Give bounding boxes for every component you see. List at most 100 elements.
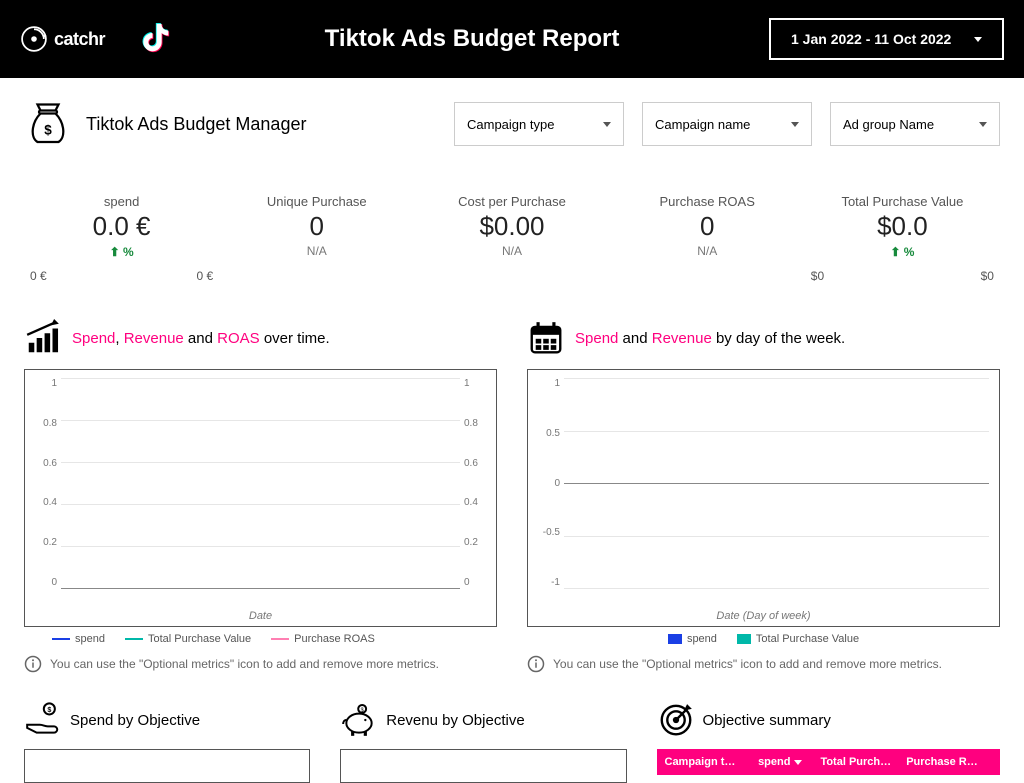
chart-spend-revenue-roas: Spend, Revenue and ROAS over time. 1 0.8… xyxy=(24,319,497,673)
hl: Spend xyxy=(575,330,618,347)
money-bag-icon: $ xyxy=(24,100,72,148)
svg-text:$: $ xyxy=(47,706,51,714)
kpi-label: spend xyxy=(24,194,219,209)
hl: ROAS xyxy=(217,330,260,347)
ytick: 0.2 xyxy=(29,537,57,548)
filters: Campaign type Campaign name Ad group Nam… xyxy=(454,102,1000,146)
ytick: -1 xyxy=(532,577,560,588)
kpi-value: $0.00 xyxy=(414,211,609,242)
kpi-sub: N/A xyxy=(219,244,414,258)
kpi-value: 0.0 € xyxy=(24,211,219,242)
kpi-roas: Purchase ROAS 0 N/A xyxy=(610,194,805,259)
catchr-logo: catchr xyxy=(20,25,105,53)
filter-campaign-type[interactable]: Campaign type xyxy=(454,102,624,146)
ytick: 0 xyxy=(464,577,492,588)
kpi-cost-per-purchase: Cost per Purchase $0.00 N/A xyxy=(414,194,609,259)
kpi-unique-purchase: Unique Purchase 0 N/A xyxy=(219,194,414,259)
manager-row: $ Tiktok Ads Budget Manager Campaign typ… xyxy=(24,100,1000,148)
piggy-bank-icon: $ xyxy=(340,701,378,739)
kpi-axis xyxy=(610,269,805,283)
kpi-axis xyxy=(414,269,609,283)
ytick: 0.6 xyxy=(464,458,492,469)
kpi-row: spend 0.0 € ⬆ % Unique Purchase 0 N/A Co… xyxy=(24,194,1000,259)
ytick: 0.2 xyxy=(464,537,492,548)
legend-item: Total Purchase Value xyxy=(737,633,859,645)
kpi-axis-row: 0 € 0 € $0 $0 xyxy=(24,269,1000,283)
hl: Revenue xyxy=(652,330,712,347)
kpi-label: Unique Purchase xyxy=(219,194,414,209)
catchr-logo-icon xyxy=(20,25,48,53)
topbar: catchr Tiktok Ads Budget Report 1 Jan 20… xyxy=(0,0,1024,78)
heading-text: Objective summary xyxy=(703,712,831,729)
kpi-axis xyxy=(219,269,414,283)
section-heading: Objective summary xyxy=(657,701,1001,739)
kpi-sub: N/A xyxy=(414,244,609,258)
x-axis-label: Date (Day of week) xyxy=(528,610,999,622)
ytick: 0.6 xyxy=(29,458,57,469)
chevron-down-icon xyxy=(791,122,799,127)
kpi-spend: spend 0.0 € ⬆ % xyxy=(24,194,219,259)
col-purchase-roas[interactable]: Purchase R… xyxy=(906,756,992,768)
col-spend[interactable]: spend xyxy=(758,756,820,768)
ytick: 0 xyxy=(29,577,57,588)
chart-legend: spend Total Purchase Value Purchase ROAS xyxy=(24,633,497,645)
x-axis-label: Date xyxy=(25,610,496,622)
kpi-trend: ⬆ % xyxy=(805,245,1000,259)
tiktok-logo-icon xyxy=(135,18,175,61)
chart-spend-revenue-dow: Spend and Revenue by day of the week. 1 … xyxy=(527,319,1000,673)
ytick: 1 xyxy=(29,378,57,389)
objective-summary: Objective summary Campaign t… spend Tota… xyxy=(657,701,1001,783)
chart-canvas xyxy=(340,749,626,783)
kpi-label: Total Purchase Value xyxy=(805,194,1000,209)
axis-left: 0 € xyxy=(30,269,47,283)
summary-table-header: Campaign t… spend Total Purch… Purchase … xyxy=(657,749,1001,775)
kpi-total-purchase-value: Total Purchase Value $0.0 ⬆ % xyxy=(805,194,1000,259)
target-icon xyxy=(657,701,695,739)
chevron-down-icon xyxy=(979,122,987,127)
ytick: -0.5 xyxy=(532,527,560,538)
ytick: 0 xyxy=(532,478,560,489)
ytick: 0.8 xyxy=(464,418,492,429)
filter-ad-group[interactable]: Ad group Name xyxy=(830,102,1000,146)
axis-left: $0 xyxy=(811,269,824,283)
chart-canvas xyxy=(24,749,310,783)
spend-by-objective: $ Spend by Objective xyxy=(24,701,310,783)
chart-legend: spend Total Purchase Value xyxy=(527,633,1000,645)
calendar-icon xyxy=(527,319,565,357)
info-icon xyxy=(24,655,42,673)
section-heading: $ Revenu by Objective xyxy=(340,701,626,739)
ytick: 1 xyxy=(464,378,492,389)
chart-heading: Spend, Revenue and ROAS over time. xyxy=(24,319,497,357)
date-range-label: 1 Jan 2022 - 11 Oct 2022 xyxy=(791,31,951,47)
chart-canvas: 1 0.8 0.6 0.4 0.2 0 1 0.8 0.6 0.4 0.2 0 xyxy=(24,369,497,627)
legend-item: Total Purchase Value xyxy=(125,633,251,645)
info-icon xyxy=(527,655,545,673)
bottom-row: $ Spend by Objective $ Revenu by Objecti… xyxy=(24,701,1000,783)
section-heading: $ Spend by Objective xyxy=(24,701,310,739)
col-campaign-type[interactable]: Campaign t… xyxy=(665,756,759,768)
charts-row: Spend, Revenue and ROAS over time. 1 0.8… xyxy=(24,319,1000,673)
legend-item: spend xyxy=(668,633,717,645)
axis-right: 0 € xyxy=(197,269,214,283)
content: $ Tiktok Ads Budget Manager Campaign typ… xyxy=(0,78,1024,783)
revenu-by-objective: $ Revenu by Objective xyxy=(340,701,626,783)
hl: Spend xyxy=(72,330,115,347)
col-total-purchase[interactable]: Total Purch… xyxy=(820,756,906,768)
kpi-sub: N/A xyxy=(610,244,805,258)
kpi-label: Purchase ROAS xyxy=(610,194,805,209)
axis-right: $0 xyxy=(981,269,994,283)
manager-title: Tiktok Ads Budget Manager xyxy=(86,114,440,135)
legend-item: Purchase ROAS xyxy=(271,633,375,645)
ytick: 0.4 xyxy=(464,497,492,508)
hl: Spend xyxy=(70,712,113,729)
chevron-down-icon xyxy=(603,122,611,127)
dropdown-label: Campaign name xyxy=(655,117,750,132)
growth-chart-icon xyxy=(24,319,62,357)
date-range-dropdown[interactable]: 1 Jan 2022 - 11 Oct 2022 xyxy=(769,18,1004,60)
hand-coin-icon: $ xyxy=(24,701,62,739)
kpi-label: Cost per Purchase xyxy=(414,194,609,209)
chart-canvas: 1 0.5 0 -0.5 -1 Date (Day of week) xyxy=(527,369,1000,627)
hl: Revenue xyxy=(124,330,184,347)
svg-text:$: $ xyxy=(44,123,52,138)
filter-campaign-name[interactable]: Campaign name xyxy=(642,102,812,146)
